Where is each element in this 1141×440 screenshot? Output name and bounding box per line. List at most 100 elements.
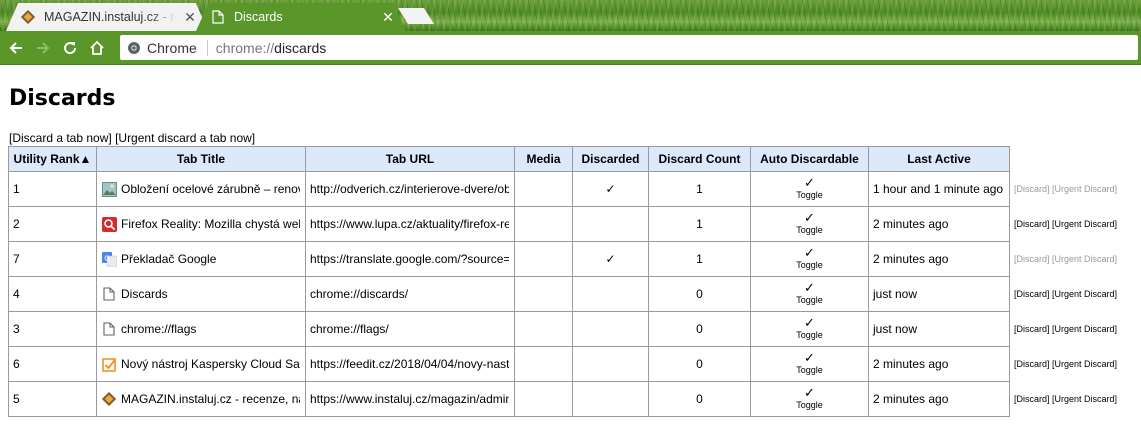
cell-discarded	[572, 276, 649, 312]
cell-auto-discardable: ✓ Toggle	[750, 206, 869, 242]
discard-link[interactable]: [Discard]	[1014, 359, 1050, 369]
discard-link[interactable]: [Discard]	[1014, 254, 1050, 264]
cell-discard-count: 0	[648, 311, 751, 347]
close-icon[interactable]: ✕	[182, 9, 198, 26]
tab-title-text: chrome://flags	[121, 322, 197, 336]
cell-auto-discardable: ✓ Toggle	[750, 276, 869, 312]
toggle-auto-discardable-link[interactable]: Toggle	[755, 294, 864, 306]
tab-title-text: Překladač Google	[121, 252, 217, 266]
column-header-last-active[interactable]: Last Active	[868, 146, 1010, 172]
column-header-discard-count[interactable]: Discard Count	[648, 146, 751, 172]
toggle-auto-discardable-link[interactable]: Toggle	[755, 399, 864, 411]
cell-auto-discardable: ✓ Toggle	[750, 346, 869, 382]
tab-title-text: MAGAZIN.instaluj.cz - recenze, návody	[121, 392, 300, 406]
cell-discard-count: 0	[648, 381, 751, 417]
check-mark-icon: ✓	[804, 210, 815, 225]
browser-tab-discards[interactable]: Discards ✕	[196, 3, 406, 31]
check-mark-icon: ✓	[804, 385, 815, 400]
cell-tab-url: chrome://flags/	[305, 311, 515, 347]
browser-tab-instaluj[interactable]: MAGAZIN.instaluj.cz - recenze, návody ✕	[6, 3, 208, 31]
close-icon[interactable]: ✕	[380, 9, 396, 26]
cell-media	[514, 241, 573, 277]
toggle-auto-discardable-link[interactable]: Toggle	[755, 189, 864, 201]
page-actions: [Discard a tab now] [Urgent discard a ta…	[9, 131, 255, 145]
table-row: 3 chrome://flags chrome://flags/0 ✓ Toggle ju…	[8, 311, 1134, 347]
page-icon-icon	[101, 321, 117, 337]
cell-utility-rank: 2	[8, 206, 97, 242]
discard-tab-now-link[interactable]: [Discard a tab now]	[9, 131, 112, 145]
tab-title-text: Obložení ocelové zárubně – renovace	[121, 182, 300, 196]
cell-actions: [Discard] [Urgent Discard]	[1010, 172, 1134, 207]
reload-icon[interactable]	[59, 37, 81, 59]
tab-url-text: chrome://flags/	[310, 322, 389, 336]
back-arrow-icon[interactable]	[5, 37, 27, 59]
table-body: 1 Obložení ocelové zárubně – renovace http…	[8, 171, 1134, 417]
cell-discarded	[572, 311, 649, 347]
column-header-tab-title[interactable]: Tab Title	[96, 146, 306, 172]
tab-title-text: Nový nástroj Kaspersky Cloud Sandbox	[121, 357, 300, 371]
cell-tab-url: https://www.lupa.cz/aktuality/firefox-re	[305, 206, 515, 242]
cell-tab-title: G Překladač Google	[96, 241, 306, 277]
tab-url-text: http://odverich.cz/interierove-dvere/obl	[310, 182, 509, 196]
discard-link[interactable]: [Discard]	[1014, 219, 1050, 229]
omnibox-divider	[206, 39, 208, 56]
column-header-actions	[1010, 147, 1134, 172]
urgent-discard-tab-now-link[interactable]: [Urgent discard a tab now]	[115, 131, 255, 145]
cell-utility-rank: 7	[8, 241, 97, 277]
column-header-tab-url[interactable]: Tab URL	[305, 146, 515, 172]
urgent-discard-link[interactable]: [Urgent Discard]	[1052, 289, 1117, 299]
cell-discard-count: 1	[648, 171, 751, 207]
cell-last-active: 1 hour and 1 minute ago	[868, 171, 1010, 207]
url-scheme: chrome://	[215, 39, 275, 56]
urgent-discard-link[interactable]: [Urgent Discard]	[1052, 219, 1117, 229]
cell-actions: [Discard] [Urgent Discard]	[1010, 207, 1134, 242]
cell-auto-discardable: ✓ Toggle	[750, 311, 869, 347]
toggle-auto-discardable-link[interactable]: Toggle	[755, 259, 864, 271]
column-header-media[interactable]: Media	[514, 146, 573, 172]
cell-discarded: ✓	[572, 241, 649, 277]
cell-tab-title: Nový nástroj Kaspersky Cloud Sandbox	[96, 346, 306, 382]
discard-link[interactable]: [Discard]	[1014, 289, 1050, 299]
tab-strip: MAGAZIN.instaluj.cz - recenze, návody ✕ …	[0, 0, 1141, 31]
urgent-discard-link[interactable]: [Urgent Discard]	[1052, 184, 1117, 194]
cell-tab-url: https://translate.google.com/?source=	[305, 241, 515, 277]
urgent-discard-link[interactable]: [Urgent Discard]	[1052, 254, 1117, 264]
instaluj-favicon-icon	[101, 391, 117, 407]
cell-last-active: 2 minutes ago	[868, 381, 1010, 417]
discard-link[interactable]: [Discard]	[1014, 394, 1050, 404]
tab-url-text: https://translate.google.com/?source=	[310, 252, 509, 266]
image-favicon-icon	[101, 181, 117, 197]
cell-tab-title: Discards	[96, 276, 306, 312]
tab-url-text: https://www.instaluj.cz/magazin/admin	[310, 392, 509, 406]
url-host: discards	[274, 39, 327, 56]
address-bar[interactable]: Chrome chrome://discards	[120, 35, 1138, 60]
cell-tab-url: chrome://discards/	[305, 276, 515, 312]
column-header-auto-discardable[interactable]: Auto Discardable	[750, 146, 869, 172]
chrome-icon	[128, 41, 140, 54]
cell-tab-url: https://feedit.cz/2018/04/04/novy-nast	[305, 346, 515, 382]
column-header-discarded[interactable]: Discarded	[572, 146, 649, 172]
page-icon-icon	[101, 286, 117, 302]
toggle-auto-discardable-link[interactable]: Toggle	[755, 364, 864, 376]
forward-arrow-icon[interactable]	[32, 37, 54, 59]
check-mark-icon: ✓	[804, 175, 815, 190]
cell-last-active: 2 minutes ago	[868, 346, 1010, 382]
cell-discard-count: 1	[648, 241, 751, 277]
urgent-discard-link[interactable]: [Urgent Discard]	[1052, 324, 1117, 334]
feedit-favicon-icon	[101, 356, 117, 372]
home-icon[interactable]	[86, 37, 108, 59]
cell-actions: [Discard] [Urgent Discard]	[1010, 242, 1134, 277]
urgent-discard-link[interactable]: [Urgent Discard]	[1052, 359, 1117, 369]
cell-auto-discardable: ✓ Toggle	[750, 171, 869, 207]
cell-media	[514, 381, 573, 417]
cell-actions: [Discard] [Urgent Discard]	[1010, 382, 1134, 417]
cell-discard-count: 0	[648, 276, 751, 312]
toolbar-divider	[0, 64, 1141, 65]
toggle-auto-discardable-link[interactable]: Toggle	[755, 224, 864, 236]
column-header-utility-rank[interactable]: Utility Rank▲	[8, 146, 97, 172]
toggle-auto-discardable-link[interactable]: Toggle	[755, 329, 864, 341]
discard-link[interactable]: [Discard]	[1014, 184, 1050, 194]
discard-link[interactable]: [Discard]	[1014, 324, 1050, 334]
urgent-discard-link[interactable]: [Urgent Discard]	[1052, 394, 1117, 404]
cell-tab-title: Firefox Reality: Mozilla chystá webový	[96, 206, 306, 242]
